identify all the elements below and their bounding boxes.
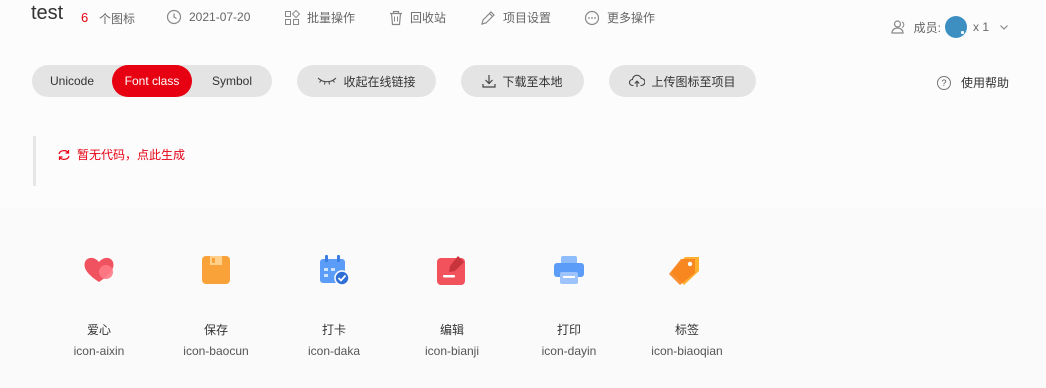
tab-symbol[interactable]: Symbol bbox=[192, 65, 272, 97]
save-icon bbox=[202, 256, 230, 284]
generate-code-label: 暂无代码，点此生成 bbox=[77, 148, 186, 162]
help-label: 使用帮助 bbox=[961, 76, 1010, 90]
project-settings-button[interactable]: 项目设置 bbox=[480, 9, 551, 26]
icon-card-baocun[interactable]: 保存 icon-baocun bbox=[158, 250, 274, 358]
code-area: 暂无代码，点此生成 bbox=[33, 136, 836, 186]
tab-unicode[interactable]: Unicode bbox=[32, 65, 112, 97]
help-link[interactable]: ? 使用帮助 bbox=[937, 74, 1009, 91]
clock-icon bbox=[166, 9, 182, 25]
members-label: 成员: bbox=[913, 20, 941, 35]
upload-label: 上传图标至项目 bbox=[651, 74, 736, 89]
edit-icon bbox=[437, 256, 465, 285]
icon-class: icon-biaoqian bbox=[651, 344, 723, 358]
top-bar: test 6 个图标 2021-07-20 批量操作 回收站 项目设置 更多操作… bbox=[0, 0, 1046, 38]
collapse-link-label: 收起在线链接 bbox=[343, 74, 416, 89]
more-ops-button[interactable]: 更多操作 bbox=[584, 9, 655, 26]
icon-card-bianji[interactable]: 编辑 icon-bianji bbox=[394, 250, 510, 358]
icon-class: icon-dayin bbox=[541, 344, 597, 358]
batch-ops-label: 批量操作 bbox=[307, 11, 356, 25]
icon-name: 编辑 bbox=[439, 323, 464, 337]
code-format-tabs: Unicode Font class Symbol bbox=[32, 65, 272, 97]
icon-card-aixin[interactable]: 爱心 icon-aixin bbox=[41, 250, 157, 358]
download-label: 下载至本地 bbox=[502, 74, 563, 89]
collapse-link-button[interactable]: 收起在线链接 bbox=[297, 65, 436, 97]
heart-icon bbox=[84, 257, 114, 282]
icon-card-dayin[interactable]: 打印 icon-dayin bbox=[511, 250, 627, 358]
members-icon bbox=[891, 20, 904, 34]
icon-card-biaoqian[interactable]: 标签 icon-biaoqian bbox=[629, 250, 745, 358]
icon-class: icon-daka bbox=[307, 344, 361, 358]
closed-eye-icon bbox=[318, 77, 337, 85]
recycle-bin-label: 回收站 bbox=[410, 11, 447, 25]
avatar bbox=[944, 16, 967, 38]
trash-icon bbox=[390, 10, 402, 25]
tab-font-class[interactable]: Font class bbox=[112, 65, 192, 97]
icon-count: 6 bbox=[81, 10, 89, 25]
printer-icon bbox=[554, 256, 584, 284]
question-icon: ? bbox=[937, 75, 951, 90]
download-icon bbox=[482, 75, 497, 88]
icon-class: icon-aixin bbox=[73, 344, 125, 358]
icon-name: 打印 bbox=[556, 323, 581, 337]
refresh-icon bbox=[58, 149, 70, 160]
date-text: 2021-07-20 bbox=[189, 10, 251, 24]
created-date: 2021-07-20 bbox=[166, 9, 250, 25]
members-count: x 1 bbox=[972, 20, 989, 34]
more-icon bbox=[584, 10, 600, 25]
grid-icon bbox=[285, 9, 300, 25]
download-button[interactable]: 下载至本地 bbox=[461, 65, 584, 97]
icon-name: 保存 bbox=[203, 323, 228, 337]
icon-class: icon-baocun bbox=[183, 344, 249, 358]
project-name: test bbox=[31, 2, 64, 24]
project-settings-label: 项目设置 bbox=[503, 11, 552, 25]
chevron-down-icon bbox=[1000, 25, 1008, 30]
upload-button[interactable]: 上传图标至项目 bbox=[609, 65, 756, 97]
cloud-upload-icon bbox=[629, 74, 646, 87]
icon-name: 打卡 bbox=[321, 323, 346, 337]
icon-count-label: 个图标 bbox=[99, 12, 136, 26]
icon-card-daka[interactable]: 打卡 icon-daka bbox=[276, 250, 392, 358]
tag-icon bbox=[669, 257, 699, 285]
members-dropdown[interactable]: 成员: x 1 bbox=[891, 16, 1009, 38]
icon-class: icon-bianji bbox=[424, 344, 480, 358]
pencil-icon bbox=[481, 10, 495, 25]
more-ops-label: 更多操作 bbox=[607, 11, 656, 25]
batch-ops-button[interactable]: 批量操作 bbox=[284, 9, 355, 26]
icon-name: 标签 bbox=[674, 323, 699, 337]
calendar-check-icon bbox=[320, 255, 350, 286]
icon-name: 爱心 bbox=[86, 323, 111, 337]
recycle-bin-button[interactable]: 回收站 bbox=[389, 9, 446, 26]
generate-code-link[interactable]: 暂无代码，点此生成 bbox=[57, 146, 185, 163]
